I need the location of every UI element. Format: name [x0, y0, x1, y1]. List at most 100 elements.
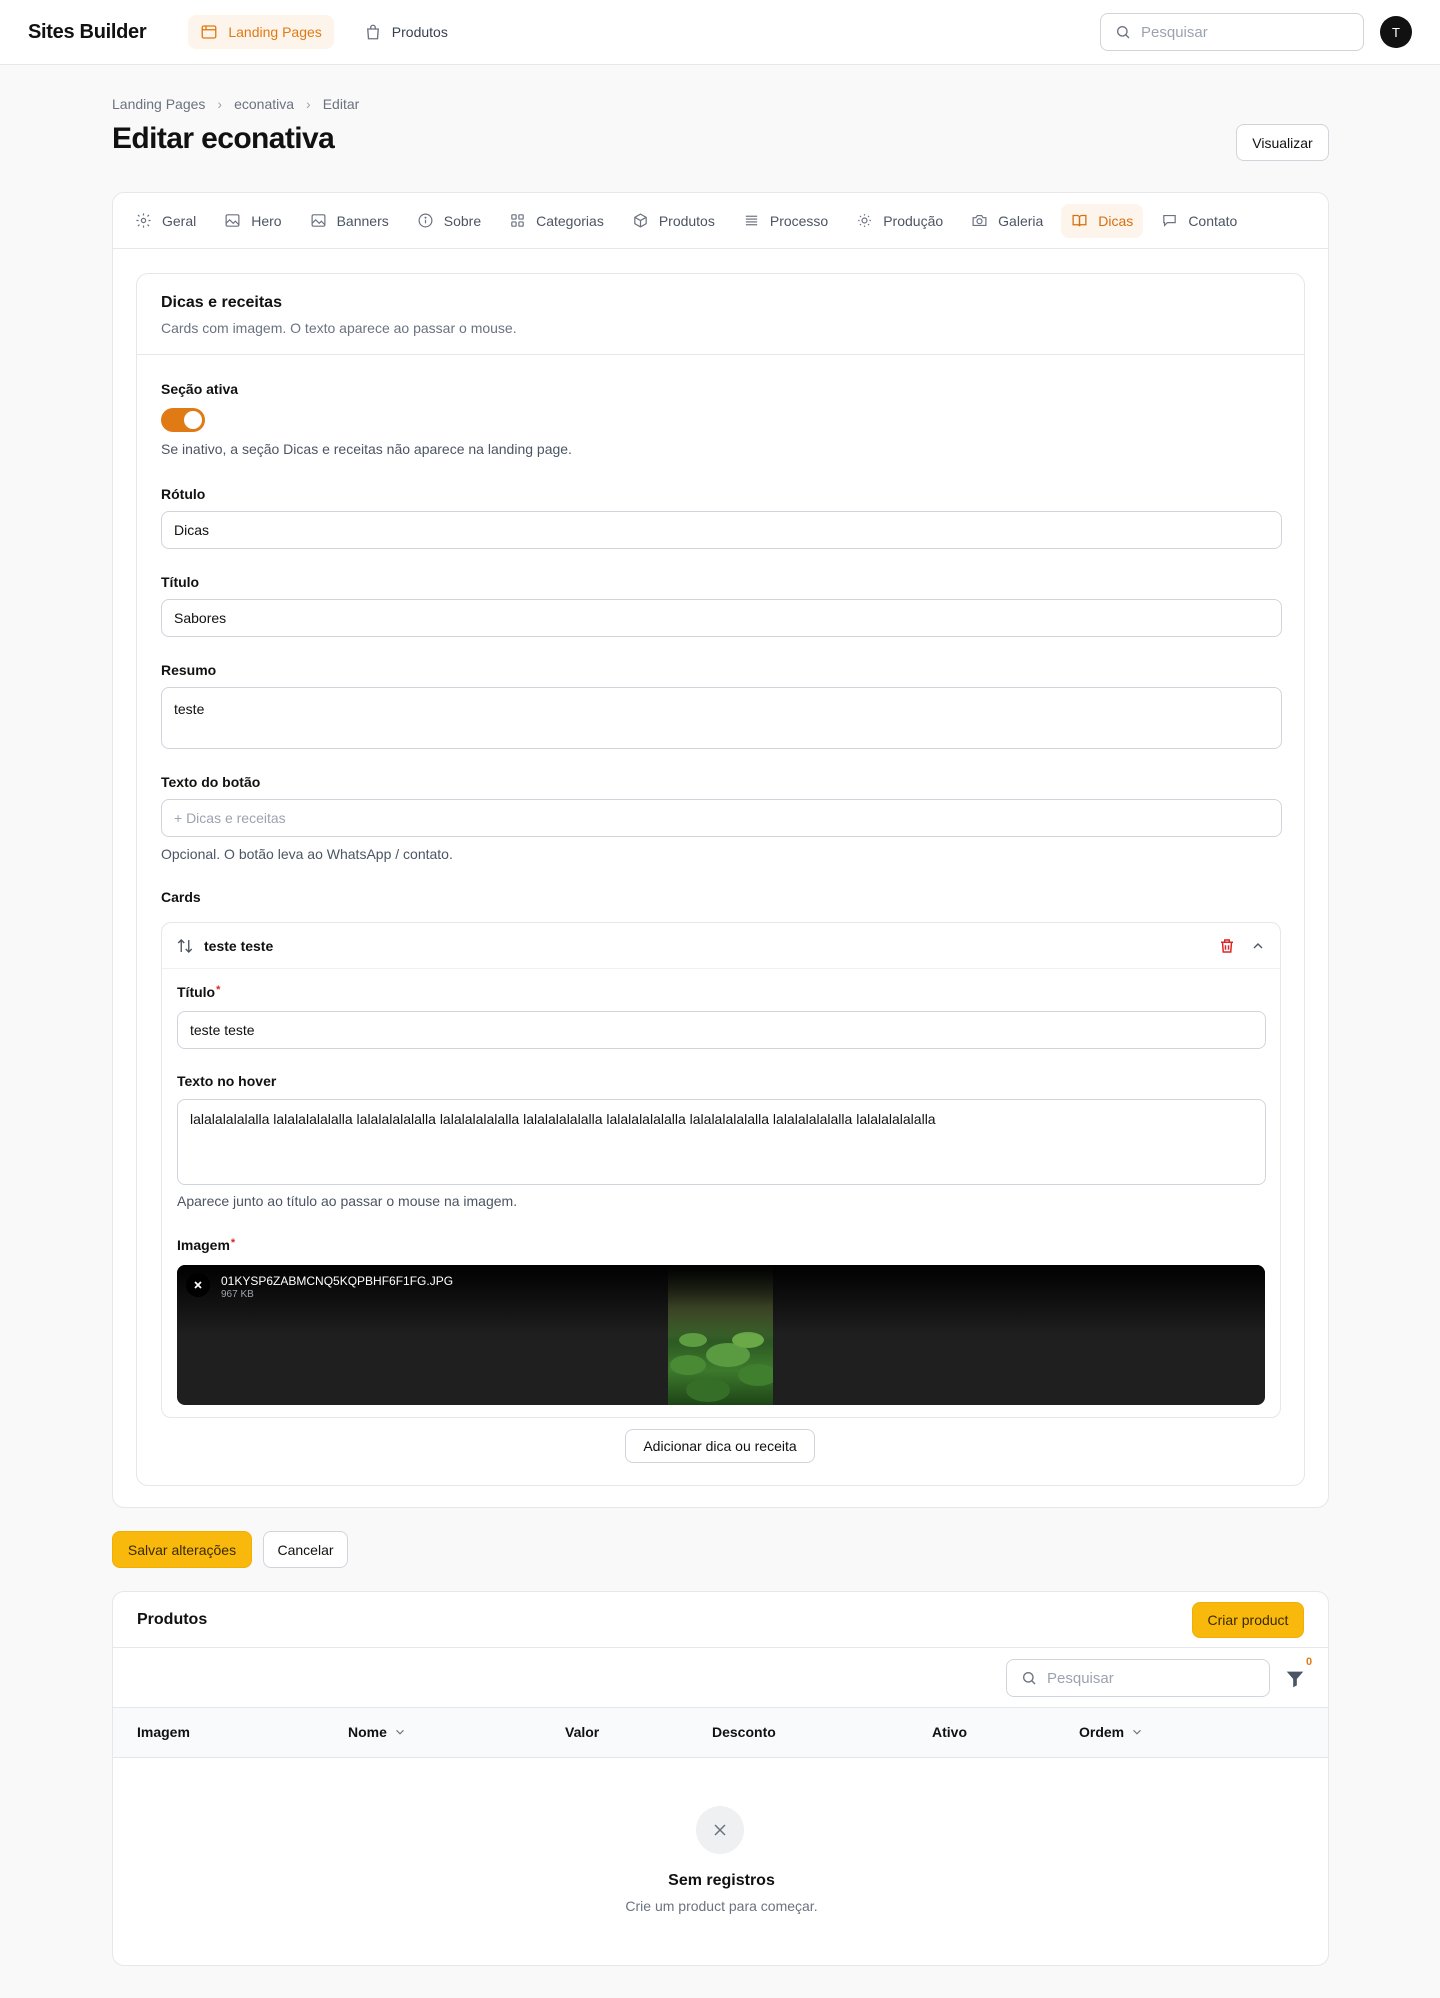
column-label: Ordem — [1079, 1724, 1125, 1740]
card-header[interactable]: teste teste — [162, 923, 1280, 969]
chat-icon — [1163, 214, 1177, 227]
column-label: Desconto — [712, 1724, 776, 1740]
tab-label: Sobre — [443, 212, 482, 229]
card-hover-textarea[interactable]: lalalalalalalla lalalalalalalla lalalala… — [177, 1099, 1266, 1185]
card-titulo-label: Título* — [177, 984, 220, 1000]
add-card-button[interactable]: Adicionar dica ou receita — [625, 1429, 815, 1463]
close-icon — [194, 1281, 202, 1289]
page-title: Editar econativa — [112, 122, 335, 155]
products-toolbar: 0 — [113, 1648, 1328, 1708]
section-title: Dicas e receitas — [161, 294, 282, 311]
cancel-button[interactable]: Cancelar — [263, 1531, 348, 1568]
column-label: Valor — [565, 1724, 600, 1740]
save-button[interactable]: Salvar alterações — [112, 1531, 252, 1568]
tab-label: Categorias — [536, 212, 604, 229]
nav-produtos[interactable]: Produtos — [352, 15, 460, 49]
reorder-icon[interactable] — [176, 937, 194, 955]
tab-sobre[interactable]: Sobre — [407, 204, 491, 238]
chevron-down-icon — [1133, 1729, 1142, 1735]
section-header: Dicas e receitas Cards com imagem. O tex… — [137, 274, 1304, 355]
botao-label: Texto do botão — [161, 774, 261, 790]
tab-label: Banners — [336, 212, 389, 229]
list-icon — [745, 215, 758, 226]
products-table-card: Produtos Criar product 0 Imagem Nome Val… — [112, 1591, 1329, 1966]
tab-producao[interactable]: Produção — [846, 204, 953, 238]
tab-label: Produção — [883, 212, 944, 229]
tab-processo[interactable]: Processo — [733, 204, 838, 238]
search-icon — [1022, 1672, 1036, 1685]
column-valor: Valor — [565, 1724, 599, 1740]
chevron-up-icon[interactable] — [1250, 938, 1266, 954]
breadcrumb-landing-pages[interactable]: Landing Pages — [112, 96, 205, 112]
chevron-right-icon: › — [217, 96, 223, 112]
filter-icon[interactable] — [1284, 1668, 1306, 1690]
breadcrumb-econativa[interactable]: econativa — [234, 96, 294, 112]
tab-geral[interactable]: Geral — [125, 204, 206, 238]
nav-landing-pages[interactable]: Landing Pages — [188, 15, 334, 49]
section-tabs: Geral Hero Banners Sobre Categorias Prod… — [113, 193, 1328, 249]
column-label: Imagem — [137, 1724, 190, 1740]
titulo-input[interactable] — [161, 599, 1282, 637]
empty-title: Sem registros — [668, 1872, 775, 1889]
tab-label: Processo — [769, 212, 829, 229]
card-item: teste teste Título* Texto no hover lalal… — [161, 922, 1281, 1418]
top-bar: Sites Builder Landing Pages Produtos T — [0, 0, 1440, 65]
remove-image-button[interactable] — [186, 1273, 210, 1297]
global-search[interactable] — [1100, 13, 1364, 51]
products-search[interactable] — [1006, 1659, 1270, 1697]
tab-banners[interactable]: Banners — [300, 204, 399, 238]
tab-dicas[interactable]: Dicas — [1061, 203, 1144, 238]
products-header: Produtos Criar product — [113, 1592, 1328, 1648]
browser-icon — [201, 25, 217, 39]
botao-input[interactable] — [161, 799, 1282, 837]
trash-icon[interactable] — [1218, 937, 1236, 955]
cube-icon — [634, 213, 647, 228]
required-mark: * — [216, 984, 221, 996]
empty-description: Crie um product para começar. — [625, 1898, 818, 1914]
edit-form-card: Geral Hero Banners Sobre Categorias Prod… — [112, 192, 1329, 1508]
tab-hero[interactable]: Hero — [214, 204, 291, 238]
toggle-knob — [184, 411, 202, 429]
search-icon — [1117, 26, 1130, 39]
card-imagem-label-text: Imagem — [177, 1237, 230, 1253]
view-button[interactable]: Visualizar — [1236, 124, 1329, 161]
column-nome[interactable]: Nome — [348, 1724, 407, 1740]
column-label: Ativo — [932, 1724, 967, 1740]
filter-count-badge: 0 — [1306, 1656, 1313, 1668]
close-icon — [714, 1824, 726, 1836]
card-titulo-input[interactable] — [177, 1011, 1266, 1049]
brand-logo[interactable]: Sites Builder — [28, 21, 147, 44]
file-size: 967 KB — [221, 1289, 254, 1300]
tab-contato[interactable]: Contato — [1151, 204, 1247, 238]
products-title: Produtos — [137, 1610, 208, 1628]
column-ordem[interactable]: Ordem — [1079, 1724, 1144, 1740]
tab-produtos[interactable]: Produtos — [622, 204, 725, 238]
global-search-input[interactable] — [1141, 23, 1349, 41]
tab-categorias[interactable]: Categorias — [499, 204, 614, 238]
resumo-textarea[interactable]: teste — [161, 687, 1282, 749]
book-icon — [1072, 214, 1087, 227]
camera-icon — [972, 214, 987, 227]
tab-label: Geral — [162, 212, 197, 229]
rotulo-input[interactable] — [161, 511, 1282, 549]
column-desconto: Desconto — [712, 1724, 776, 1740]
card-imagem-label: Imagem* — [177, 1237, 235, 1253]
chevron-down-icon — [395, 1729, 404, 1735]
card-header-title: teste teste — [204, 937, 274, 954]
image-upload[interactable]: 01KYSP6ZABMCNQ5KQPBHF6F1FG.JPG 967 KB — [177, 1265, 1265, 1405]
table-header: Imagem Nome Valor Desconto Ativo Ordem — [113, 1708, 1328, 1758]
tab-label: Produtos — [658, 212, 715, 229]
tab-galeria[interactable]: Galeria — [961, 204, 1053, 238]
tab-label: Galeria — [998, 212, 1044, 229]
products-search-input[interactable] — [1047, 1669, 1255, 1687]
info-icon — [418, 213, 433, 228]
create-product-button[interactable]: Criar product — [1192, 1601, 1304, 1638]
column-label: Nome — [348, 1724, 387, 1740]
active-help: Se inativo, a seção Dicas e receitas não… — [161, 441, 572, 457]
avatar[interactable]: T — [1380, 16, 1412, 48]
section-active-toggle[interactable] — [161, 408, 205, 432]
tab-label: Hero — [251, 212, 282, 229]
titulo-label: Título — [161, 574, 200, 590]
gear-icon — [136, 213, 151, 228]
tab-label: Dicas — [1098, 212, 1134, 229]
